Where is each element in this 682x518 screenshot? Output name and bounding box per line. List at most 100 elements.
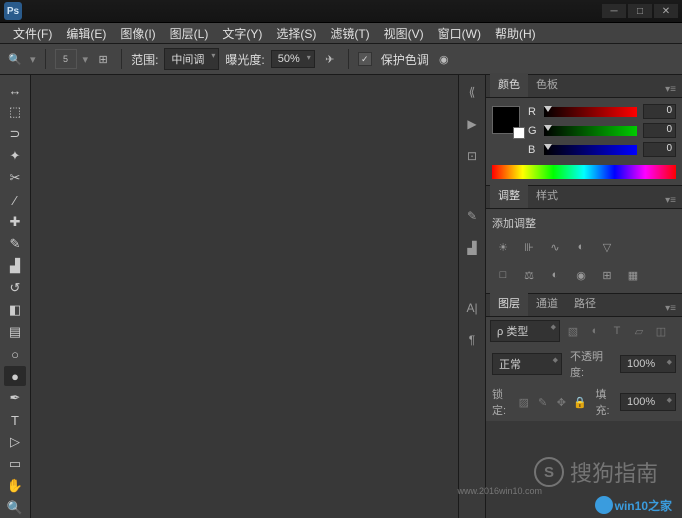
exposure-icon[interactable]: ◐	[572, 239, 590, 255]
clone-panel-icon[interactable]: ▟	[463, 239, 481, 257]
marquee-tool[interactable]: ⬚	[4, 102, 26, 122]
dodge-tool[interactable]: ●	[4, 366, 26, 386]
lock-label: 锁定:	[492, 386, 513, 418]
zoom-tool[interactable]: 🔍	[4, 498, 26, 518]
canvas-area[interactable]	[31, 75, 459, 518]
mixer-icon[interactable]: ⊞	[598, 267, 616, 283]
path-tool[interactable]: ▷	[4, 432, 26, 452]
menu-7[interactable]: 视图(V)	[377, 23, 431, 44]
move-tool[interactable]: ↔	[4, 80, 26, 100]
hand-tool[interactable]: ✋	[4, 476, 26, 496]
filter-smart-icon[interactable]: ◫	[652, 323, 670, 339]
menu-1[interactable]: 编辑(E)	[59, 23, 113, 44]
char-panel-icon[interactable]: A|	[463, 299, 481, 317]
heal-tool[interactable]: ✚	[4, 212, 26, 232]
lasso-tool[interactable]: ⊃	[4, 124, 26, 144]
fill-dropdown[interactable]: 100%	[620, 393, 676, 411]
b-slider[interactable]	[544, 145, 637, 155]
minimize-button[interactable]: ─	[602, 4, 626, 18]
stamp-tool[interactable]: ▟	[4, 256, 26, 276]
add-adjustment-label: 添加调整	[492, 215, 676, 231]
curves-icon[interactable]: ∿	[546, 239, 564, 255]
lookup-icon[interactable]: ▦	[624, 267, 642, 283]
brush-tool[interactable]: ✎	[4, 234, 26, 254]
airbrush-icon[interactable]: ✈	[321, 50, 339, 68]
brush-preset-icon[interactable]: ⊞	[94, 50, 112, 68]
filter-pixel-icon[interactable]: ▧	[564, 323, 582, 339]
tab-styles[interactable]: 样式	[528, 184, 566, 208]
shape-tool[interactable]: ▭	[4, 454, 26, 474]
range-dropdown[interactable]: 中间调	[164, 48, 219, 70]
filter-shape-icon[interactable]: ▱	[630, 323, 648, 339]
pressure-icon[interactable]: ◉	[435, 50, 453, 68]
menu-0[interactable]: 文件(F)	[6, 23, 59, 44]
menu-8[interactable]: 窗口(W)	[431, 23, 488, 44]
tab-paths[interactable]: 路径	[566, 292, 604, 316]
close-button[interactable]: ✕	[654, 4, 678, 18]
tab-layers[interactable]: 图层	[490, 292, 528, 316]
lock-trans-icon[interactable]: ▨	[517, 394, 532, 410]
opacity-dropdown[interactable]: 100%	[620, 355, 676, 373]
lock-all-icon[interactable]: 🔒	[573, 394, 588, 410]
blur-tool[interactable]: ○	[4, 344, 26, 364]
r-value[interactable]: 0	[643, 104, 676, 119]
spectrum-bar[interactable]	[492, 165, 676, 179]
panel-menu-icon[interactable]: ▾≡	[659, 301, 682, 316]
actions-panel-icon[interactable]: ⊡	[463, 147, 481, 165]
menu-5[interactable]: 选择(S)	[269, 23, 323, 44]
menu-3[interactable]: 图层(L)	[163, 23, 216, 44]
brightness-icon[interactable]: ☀	[494, 239, 512, 255]
levels-icon[interactable]: ⊪	[520, 239, 538, 255]
brush-size-value: 5	[63, 54, 68, 64]
hue-icon[interactable]: □	[494, 267, 512, 283]
brush-size-icon[interactable]: 5	[55, 49, 77, 69]
brush-panel-icon[interactable]: ✎	[463, 207, 481, 225]
bw-icon[interactable]: ◐	[546, 267, 564, 283]
para-panel-icon[interactable]: ¶	[463, 331, 481, 349]
crop-tool[interactable]: ✂	[4, 168, 26, 188]
eraser-tool[interactable]: ◧	[4, 300, 26, 320]
photo-filter-icon[interactable]: ◉	[572, 267, 590, 283]
eyedropper-tool[interactable]: ⁄	[4, 190, 26, 210]
b-value[interactable]: 0	[643, 142, 676, 157]
lock-pos-icon[interactable]: ✥	[554, 394, 569, 410]
collapse-icon[interactable]: ⟪	[463, 83, 481, 101]
exposure-dropdown[interactable]: 50%	[271, 50, 315, 68]
menu-2[interactable]: 图像(I)	[113, 23, 162, 44]
type-tool[interactable]: T	[4, 410, 26, 430]
opacity-label: 不透明度:	[570, 348, 616, 380]
g-slider[interactable]	[544, 126, 637, 136]
tab-channels[interactable]: 通道	[528, 292, 566, 316]
g-value[interactable]: 0	[643, 123, 676, 138]
layer-list[interactable]	[486, 421, 682, 518]
filter-adjust-icon[interactable]: ◐	[586, 323, 604, 339]
r-label: R	[528, 106, 538, 118]
app-logo: Ps	[4, 2, 22, 20]
menu-4[interactable]: 文字(Y)	[215, 23, 269, 44]
blend-mode-dropdown[interactable]: 正常	[492, 353, 562, 375]
tab-swatches[interactable]: 色板	[528, 73, 566, 97]
tab-color[interactable]: 颜色	[490, 73, 528, 97]
filter-kind-dropdown[interactable]: ρ 类型	[490, 320, 560, 342]
panel-menu-icon[interactable]: ▾≡	[659, 82, 682, 97]
history-brush-tool[interactable]: ↺	[4, 278, 26, 298]
panel-menu-icon[interactable]: ▾≡	[659, 193, 682, 208]
lock-pixel-icon[interactable]: ✎	[535, 394, 550, 410]
b-label: B	[528, 144, 538, 156]
balance-icon[interactable]: ⚖	[520, 267, 538, 283]
current-tool-icon[interactable]: 🔍	[6, 50, 24, 68]
r-slider[interactable]	[544, 107, 637, 117]
menu-6[interactable]: 滤镜(T)	[323, 23, 376, 44]
vibrance-icon[interactable]: ▽	[598, 239, 616, 255]
exposure-label: 曝光度:	[225, 51, 264, 68]
protect-checkbox[interactable]: ✓	[358, 52, 372, 66]
wand-tool[interactable]: ✦	[4, 146, 26, 166]
gradient-tool[interactable]: ▤	[4, 322, 26, 342]
menu-9[interactable]: 帮助(H)	[488, 23, 543, 44]
foreground-swatch[interactable]	[492, 106, 520, 134]
tab-adjust[interactable]: 调整	[490, 184, 528, 208]
pen-tool[interactable]: ✒	[4, 388, 26, 408]
history-panel-icon[interactable]: ▶	[463, 115, 481, 133]
maximize-button[interactable]: □	[628, 4, 652, 18]
filter-type-icon[interactable]: T	[608, 323, 626, 339]
